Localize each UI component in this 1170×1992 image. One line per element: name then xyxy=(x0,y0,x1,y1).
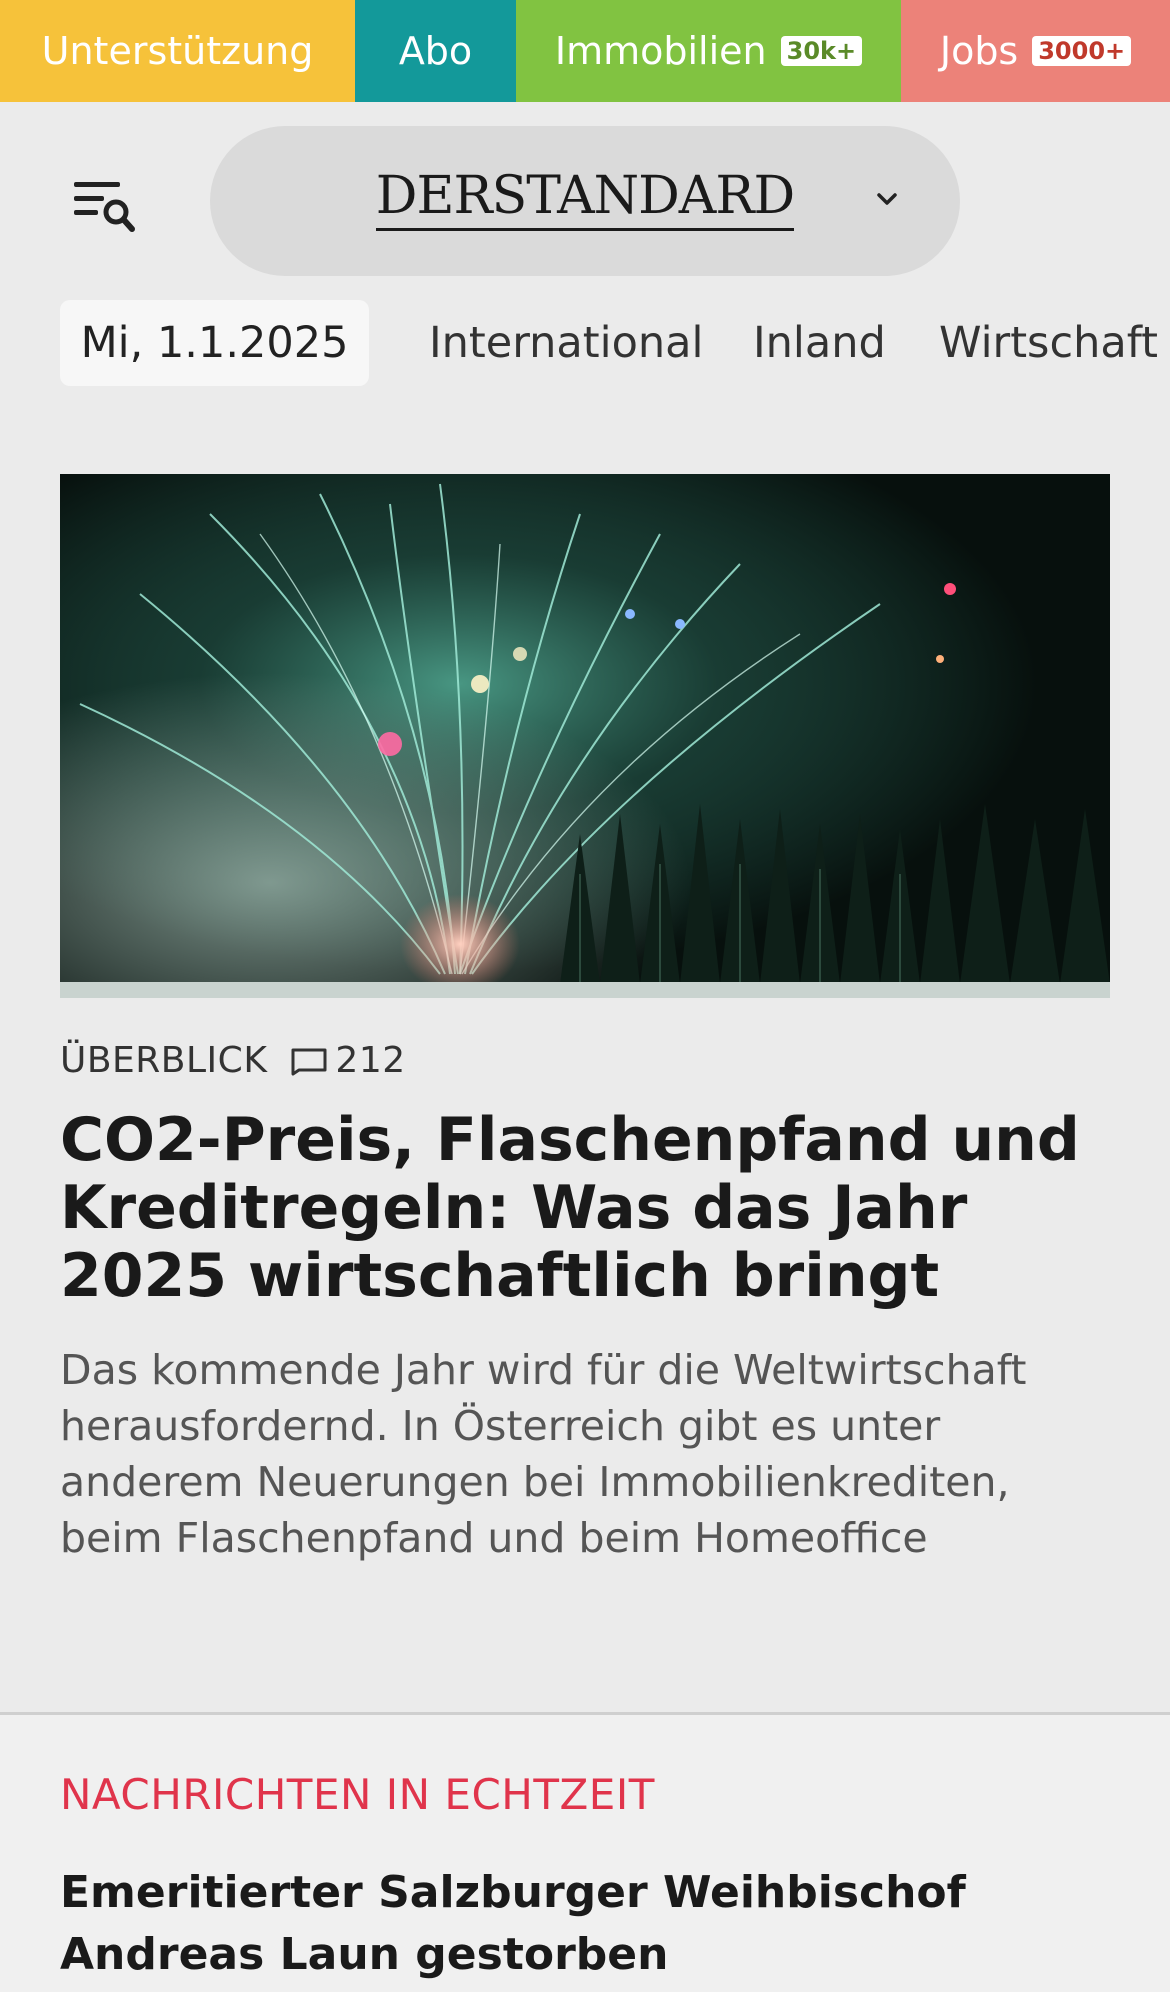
menu-search-icon xyxy=(74,182,135,232)
current-date: Mi, 1.1.2025 xyxy=(80,318,349,368)
article-headline[interactable]: CO2-Preis, Flaschenpfand und Kreditregel… xyxy=(60,1106,1120,1310)
abo-label: Abo xyxy=(398,29,473,73)
nav-item-label: Wirtschaft xyxy=(939,318,1158,368)
live-news-item[interactable]: Emeritierter Salzburger Weihbischof Andr… xyxy=(60,1862,1120,1986)
fireworks-image xyxy=(60,474,1110,998)
nav-item-inland[interactable]: Inland xyxy=(753,300,886,386)
jobs-link[interactable]: Jobs 3000+ xyxy=(901,0,1170,102)
live-news-title: NACHRICHTEN IN ECHTZEIT xyxy=(60,1770,655,1819)
abo-link[interactable]: Abo xyxy=(355,0,516,102)
site-logo[interactable]: DERSTANDARD xyxy=(210,166,960,231)
nav-item-label: International xyxy=(429,318,704,368)
jobs-count-badge: 3000+ xyxy=(1032,36,1132,66)
immobilien-count-badge: 30k+ xyxy=(780,36,863,66)
comment-count: 212 xyxy=(335,1040,406,1081)
support-link[interactable]: Unterstützung xyxy=(0,0,355,102)
service-bar: Unterstützung Abo Immobilien 30k+ Jobs 3… xyxy=(0,0,1170,102)
nav-item-international[interactable]: International xyxy=(429,300,703,386)
nav-item-label: Inland xyxy=(753,318,886,368)
article-teaser: Das kommende Jahr wird für die Weltwirts… xyxy=(60,1346,1027,1562)
menu-search-button[interactable] xyxy=(68,172,142,240)
support-label: Unterstützung xyxy=(41,29,314,73)
comment-count-link[interactable]: 212 xyxy=(289,1040,405,1081)
immobilien-label: Immobilien xyxy=(554,29,767,73)
date-chip[interactable]: Mi, 1.1.2025 xyxy=(60,300,369,386)
article-kicker: ÜBERBLICK 212 xyxy=(60,1040,406,1081)
jobs-label: Jobs xyxy=(939,29,1019,73)
logo-text: DERSTANDARD xyxy=(375,166,795,231)
comment-icon xyxy=(291,1048,327,1075)
immobilien-link[interactable]: Immobilien 30k+ xyxy=(516,0,901,102)
article-image[interactable] xyxy=(60,474,1110,998)
logo-selector[interactable]: DERSTANDARD xyxy=(210,126,960,276)
nav-item-wirtschaft[interactable]: Wirtschaft xyxy=(939,300,1158,386)
chevron-down-icon[interactable] xyxy=(872,184,902,214)
kicker-label: ÜBERBLICK xyxy=(60,1040,268,1081)
